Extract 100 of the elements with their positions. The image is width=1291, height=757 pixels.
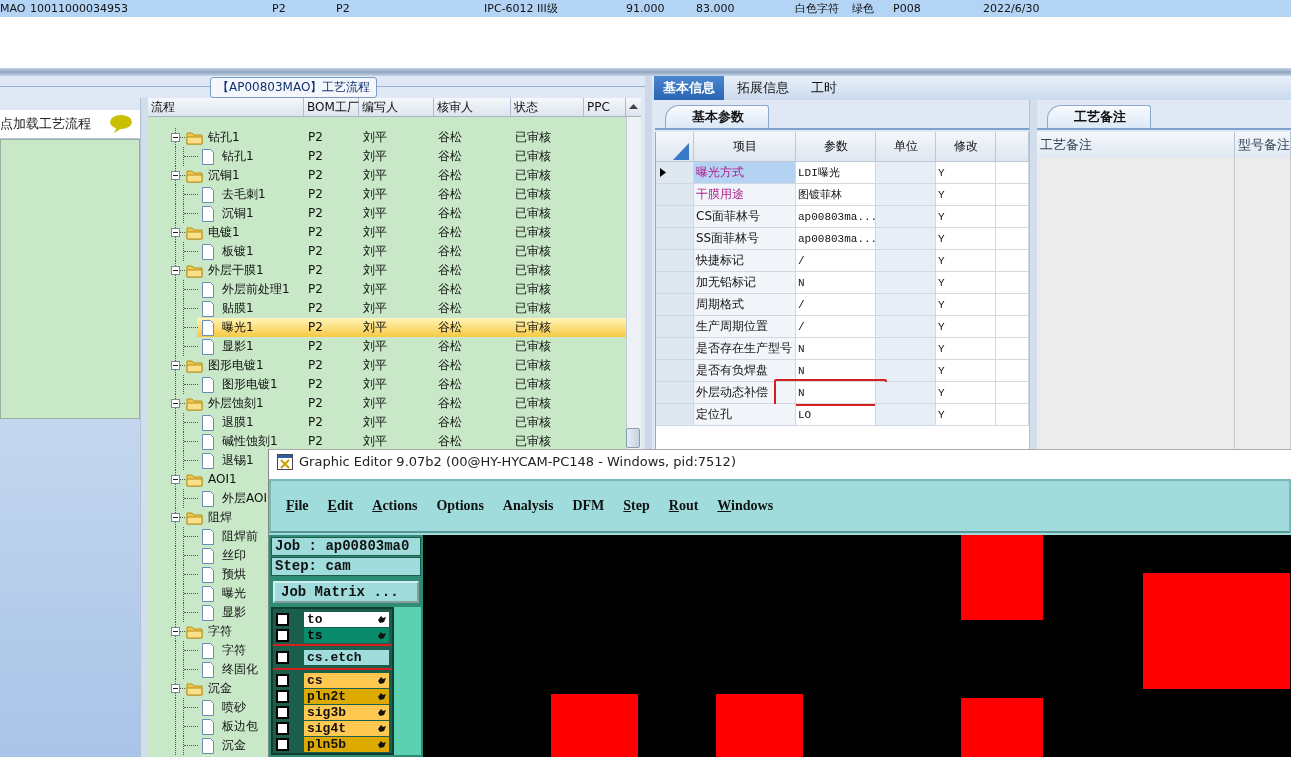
layer-button[interactable]: pln5b (304, 736, 389, 752)
tree-row[interactable]: 终固化 (148, 660, 268, 679)
layer-button[interactable]: to (304, 611, 389, 627)
tree-row[interactable]: 显影 (148, 603, 268, 622)
tree-row[interactable]: 丝印 (148, 546, 268, 565)
tree-row[interactable]: 退膜1 P2 刘平 谷松 已审核 (148, 413, 626, 432)
collapse-icon[interactable] (171, 513, 180, 522)
checkbox[interactable] (276, 673, 289, 687)
tree-row[interactable]: 阻焊 (148, 508, 268, 527)
tree-node-label[interactable]: 去毛刺1 (222, 185, 266, 204)
collapse-icon[interactable] (171, 627, 180, 636)
menu-item[interactable]: Edit (327, 498, 354, 514)
tree-node-label[interactable]: 板边包 (222, 717, 258, 736)
menu-item[interactable]: Analysis (502, 498, 554, 514)
tree-row[interactable]: 去毛刺1 P2 刘平 谷松 已审核 (148, 185, 626, 204)
tree-node-label[interactable]: 退膜1 (222, 413, 254, 432)
tree-node-label[interactable]: 字符 (208, 622, 232, 641)
tree-node-label[interactable]: 预烘 (222, 565, 246, 584)
tree-row[interactable]: 沉铜1 P2 刘平 谷松 已审核 (148, 166, 626, 185)
tree-node-label[interactable]: 阻焊 (208, 508, 232, 527)
row-header[interactable] (656, 162, 694, 184)
layer-button[interactable]: sig4t (304, 720, 389, 736)
sidebar-item[interactable]: 点加载工艺流程 (0, 110, 140, 139)
collapse-icon[interactable] (171, 475, 180, 484)
tree-row[interactable]: 沉金 (148, 679, 268, 698)
tree-node-label[interactable]: 沉金 (208, 679, 232, 698)
layer-button[interactable]: pln2t (304, 688, 389, 704)
menu-item[interactable]: Actions (372, 498, 418, 514)
tree-row[interactable]: 外层AOI (148, 489, 268, 508)
tree-row[interactable]: AOI1 (148, 470, 268, 489)
collapse-icon[interactable] (171, 684, 180, 693)
tab[interactable]: 拓展信息 (728, 76, 798, 100)
menu-item[interactable]: File (286, 498, 309, 514)
menu-item[interactable]: Rout (668, 498, 699, 514)
tree-row[interactable]: 外层蚀刻1 P2 刘平 谷松 已审核 (148, 394, 626, 413)
tree-node-label[interactable]: 外层干膜1 (208, 261, 264, 280)
collapse-icon[interactable] (171, 399, 180, 408)
tree-node-label[interactable]: 曝光 (222, 584, 246, 603)
collapse-icon[interactable] (171, 228, 180, 237)
tab[interactable]: 基本参数 (665, 105, 769, 128)
tree-node-label[interactable]: AOI1 (208, 470, 237, 489)
tree-node-label[interactable]: 显影1 (222, 337, 254, 356)
menu-item[interactable]: Step (623, 498, 650, 514)
tree-row[interactable]: 板镀1 P2 刘平 谷松 已审核 (148, 242, 626, 261)
tree-node-label[interactable]: 沉铜1 (208, 166, 240, 185)
tree-node-label[interactable]: 钻孔1 (222, 147, 254, 166)
job-matrix-button[interactable]: Job Matrix ... (273, 581, 419, 603)
tree-node-label[interactable]: 贴膜1 (222, 299, 254, 318)
collapse-icon[interactable] (171, 361, 180, 370)
tree-node-label[interactable]: 钻孔1 (208, 128, 240, 147)
scrollbar-thumb[interactable] (626, 428, 640, 448)
checkbox[interactable] (276, 737, 289, 751)
tree-node-label[interactable]: 字符 (222, 641, 246, 660)
tab[interactable]: 工艺备注 (1047, 105, 1151, 128)
tree-row[interactable]: 图形电镀1 P2 刘平 谷松 已审核 (148, 356, 626, 375)
checkbox[interactable] (276, 650, 289, 664)
tree-node-label[interactable]: 终固化 (222, 660, 258, 679)
tree-row[interactable]: 曝光 (148, 584, 268, 603)
checkbox[interactable] (276, 705, 289, 719)
layer-button[interactable]: cs.etch (304, 649, 389, 665)
checkbox[interactable] (276, 628, 289, 642)
tree-row[interactable]: 外层前处理1 P2 刘平 谷松 已审核 (148, 280, 626, 299)
column-header[interactable]: BOM工厂 (304, 98, 359, 116)
checkbox[interactable] (276, 721, 289, 735)
tab[interactable]: 工时 (802, 76, 846, 100)
tree-row[interactable]: 图形电镀1 P2 刘平 谷松 已审核 (148, 375, 626, 394)
tree-node-label[interactable]: 外层AOI (222, 489, 267, 508)
menu-item[interactable]: Windows (717, 498, 774, 514)
column-header[interactable]: 流程 (148, 98, 304, 116)
tree-row[interactable]: 外层干膜1 P2 刘平 谷松 已审核 (148, 261, 626, 280)
layer-button[interactable]: ts (304, 627, 389, 643)
tree-node-label[interactable]: 阻焊前 (222, 527, 258, 546)
collapse-icon[interactable] (171, 133, 180, 142)
tree-node-label[interactable]: 外层前处理1 (222, 280, 290, 299)
tree-row[interactable]: 喷砂 (148, 698, 268, 717)
tab[interactable]: 基本信息 (654, 76, 724, 100)
tree-row[interactable]: 碱性蚀刻1 P2 刘平 谷松 已审核 (148, 432, 626, 451)
tree-node-label[interactable]: 碱性蚀刻1 (222, 432, 278, 451)
tree-node-label[interactable]: 丝印 (222, 546, 246, 565)
tree-node-label[interactable]: 电镀1 (208, 223, 240, 242)
column-header[interactable]: 编写人 (359, 98, 434, 116)
tree-row[interactable]: 阻焊前 (148, 527, 268, 546)
column-header[interactable]: 核审人 (434, 98, 511, 116)
tree-row[interactable]: 字符 (148, 641, 268, 660)
layer-button[interactable]: cs (304, 672, 389, 688)
tree-node-label[interactable]: 板镀1 (222, 242, 254, 261)
tree-row[interactable]: 预烘 (148, 565, 268, 584)
tree-row[interactable]: 沉金 (148, 736, 268, 755)
tree-node-label[interactable]: 图形电镀1 (208, 356, 264, 375)
column-header[interactable]: PPC (584, 98, 626, 116)
checkbox[interactable] (276, 689, 289, 703)
tree-row[interactable]: 显影1 P2 刘平 谷松 已审核 (148, 337, 626, 356)
menu-item[interactable]: DFM (572, 498, 605, 514)
tree-node-label[interactable]: 图形电镀1 (222, 375, 278, 394)
menu-item[interactable]: Options (436, 498, 484, 514)
tree-node-label[interactable]: 外层蚀刻1 (208, 394, 264, 413)
tree-row[interactable]: 钻孔1 P2 刘平 谷松 已审核 (148, 128, 626, 147)
tree-node-label[interactable]: 曝光1 (222, 318, 254, 337)
collapse-icon[interactable] (171, 266, 180, 275)
column-header[interactable]: 参数 (796, 132, 876, 162)
